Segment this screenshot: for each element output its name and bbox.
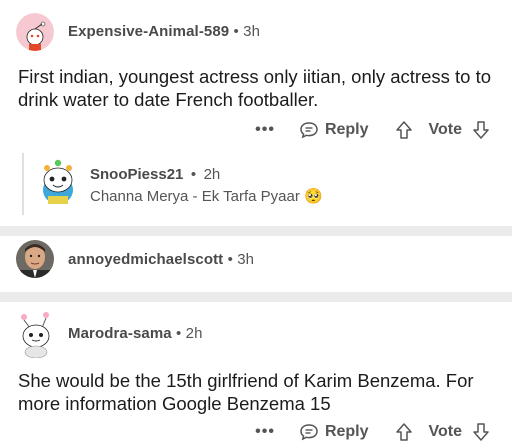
timestamp: 2h <box>203 166 221 183</box>
comment-author-line: Expensive-Animal-589 • 3h <box>68 23 260 40</box>
username[interactable]: annoyedmichaelscott <box>68 251 223 268</box>
reply-body: Channa Merya - Ek Tarfa Pyaar 🥺 <box>90 188 323 205</box>
vote-count-label: Vote <box>428 121 462 138</box>
separator-dot: • <box>190 166 197 183</box>
timestamp: 3h <box>237 251 255 268</box>
thread-line[interactable] <box>22 153 24 215</box>
more-options-button[interactable]: ••• <box>255 121 275 139</box>
upvote-arrow-icon[interactable] <box>395 120 413 140</box>
reply-header: SnooPiess21 • 2h <box>90 166 220 184</box>
comment-2: annoyedmichaelscott • 3h <box>0 236 512 288</box>
more-options-button[interactable]: ••• <box>255 423 275 441</box>
comment-body: She would be the 15th girlfriend of Kari… <box>18 370 474 414</box>
comment-actions: ••• Reply Vote <box>255 118 490 142</box>
snoo-avatar-icon <box>16 13 54 51</box>
avatar[interactable] <box>16 240 54 278</box>
upvote-arrow-icon[interactable] <box>395 422 413 442</box>
snoo-character-avatar-icon <box>21 312 50 358</box>
comment-author-line: annoyedmichaelscott • 3h <box>68 251 254 268</box>
username[interactable]: Expensive-Animal-589 <box>68 23 229 40</box>
comment-actions: ••• Reply Vote <box>255 420 490 444</box>
reply-bubble-icon <box>300 424 318 441</box>
timestamp: 2h <box>185 325 203 342</box>
comment-3: Marodra-sama • 2h She would be the 15th … <box>0 302 512 443</box>
username[interactable]: Marodra-sama <box>68 325 172 342</box>
vote-count-label: Vote <box>428 423 462 440</box>
comment-divider <box>0 292 512 302</box>
downvote-arrow-icon[interactable] <box>472 422 490 442</box>
reply-bubble-icon <box>300 122 318 139</box>
username[interactable]: SnooPiess21 <box>90 166 183 183</box>
comment-author-line: Marodra-sama • 2h <box>68 325 203 342</box>
avatar[interactable] <box>16 312 56 358</box>
separator-dot: • <box>233 23 239 40</box>
avatar[interactable] <box>38 158 78 206</box>
timestamp: 3h <box>243 23 261 40</box>
reply-label: Reply <box>324 121 369 138</box>
comment-body: First indian, youngest actress only iiti… <box>18 66 491 110</box>
reply-button[interactable]: Reply <box>299 121 369 139</box>
downvote-arrow-icon[interactable] <box>472 120 490 140</box>
reply-label: Reply <box>324 423 369 440</box>
comment-1: Expensive-Animal-589 • 3h First indian, … <box>0 0 512 226</box>
comment-divider <box>0 226 512 236</box>
separator-dot: • <box>176 325 182 342</box>
separator-dot: • <box>227 251 233 268</box>
snoo-character-avatar-icon <box>43 159 73 204</box>
michael-scott-avatar-icon <box>16 240 54 278</box>
avatar[interactable] <box>16 13 54 51</box>
reply-button[interactable]: Reply <box>299 423 369 441</box>
